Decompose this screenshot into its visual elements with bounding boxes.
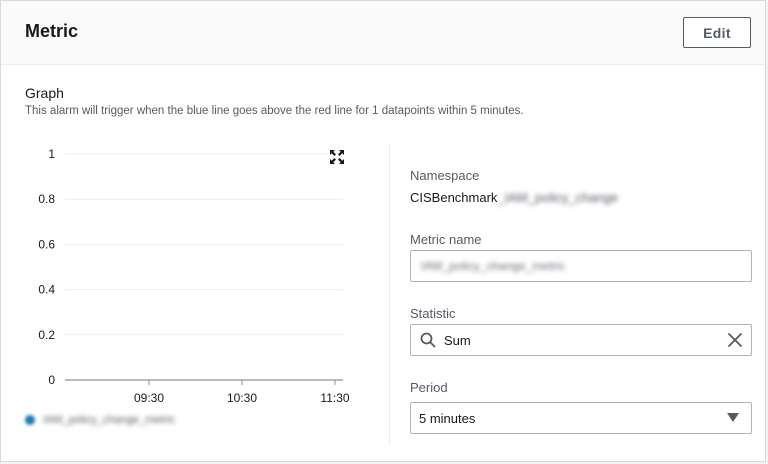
- period-label: Period: [410, 380, 448, 395]
- statistic-select[interactable]: Sum: [410, 324, 752, 356]
- y-tick-label: 1: [48, 147, 55, 161]
- y-tick-label: 0: [48, 373, 55, 387]
- statistic-value: Sum: [444, 332, 471, 348]
- panel-header: Metric Edit: [1, 1, 765, 65]
- x-tick-label: 10:30: [227, 391, 257, 405]
- namespace-value: CISBenchmark_IAM_policy_change: [410, 190, 618, 205]
- graph-heading: Graph: [25, 85, 64, 101]
- period-select[interactable]: 5 minutes: [410, 402, 752, 434]
- metric-name-label: Metric name: [410, 232, 482, 247]
- period-value: 5 minutes: [419, 410, 476, 426]
- metric-name-field[interactable]: IAM_policy_change_metric: [410, 250, 752, 282]
- y-tick-label: 0.8: [38, 192, 55, 206]
- panel-title: Metric: [25, 21, 79, 41]
- graph-description: This alarm will trigger when the blue li…: [25, 105, 524, 117]
- column-divider: [389, 144, 390, 444]
- expand-icon[interactable]: [329, 149, 345, 165]
- namespace-prefix: CISBenchmark: [410, 190, 498, 205]
- legend-label: IAM_policy_change_metric: [43, 414, 176, 426]
- search-icon: [420, 332, 436, 348]
- legend-swatch: [25, 415, 35, 425]
- y-tick-label: 0.4: [38, 283, 55, 297]
- statistic-label: Statistic: [410, 306, 456, 321]
- metric-chart: 0 0.2 0.4 0.6 0.8 1 09:30 10:30 11:30: [38, 147, 350, 405]
- y-tick-label: 0.6: [38, 237, 55, 251]
- close-icon[interactable]: [727, 332, 743, 348]
- x-tick-label: 11:30: [320, 391, 349, 405]
- x-tick-label: 09:30: [134, 391, 164, 405]
- metric-name-value: IAM_policy_change_metric: [421, 259, 566, 273]
- metric-panel: Metric Edit Graph This alarm will trigge…: [0, 0, 766, 462]
- chart-legend[interactable]: IAM_policy_change_metric: [25, 414, 175, 426]
- caret-down-icon: [727, 413, 739, 422]
- edit-button[interactable]: Edit: [683, 17, 751, 48]
- y-tick-label: 0.2: [38, 328, 55, 342]
- namespace-redacted: _IAM_policy_change: [497, 190, 619, 205]
- namespace-label: Namespace: [410, 168, 480, 183]
